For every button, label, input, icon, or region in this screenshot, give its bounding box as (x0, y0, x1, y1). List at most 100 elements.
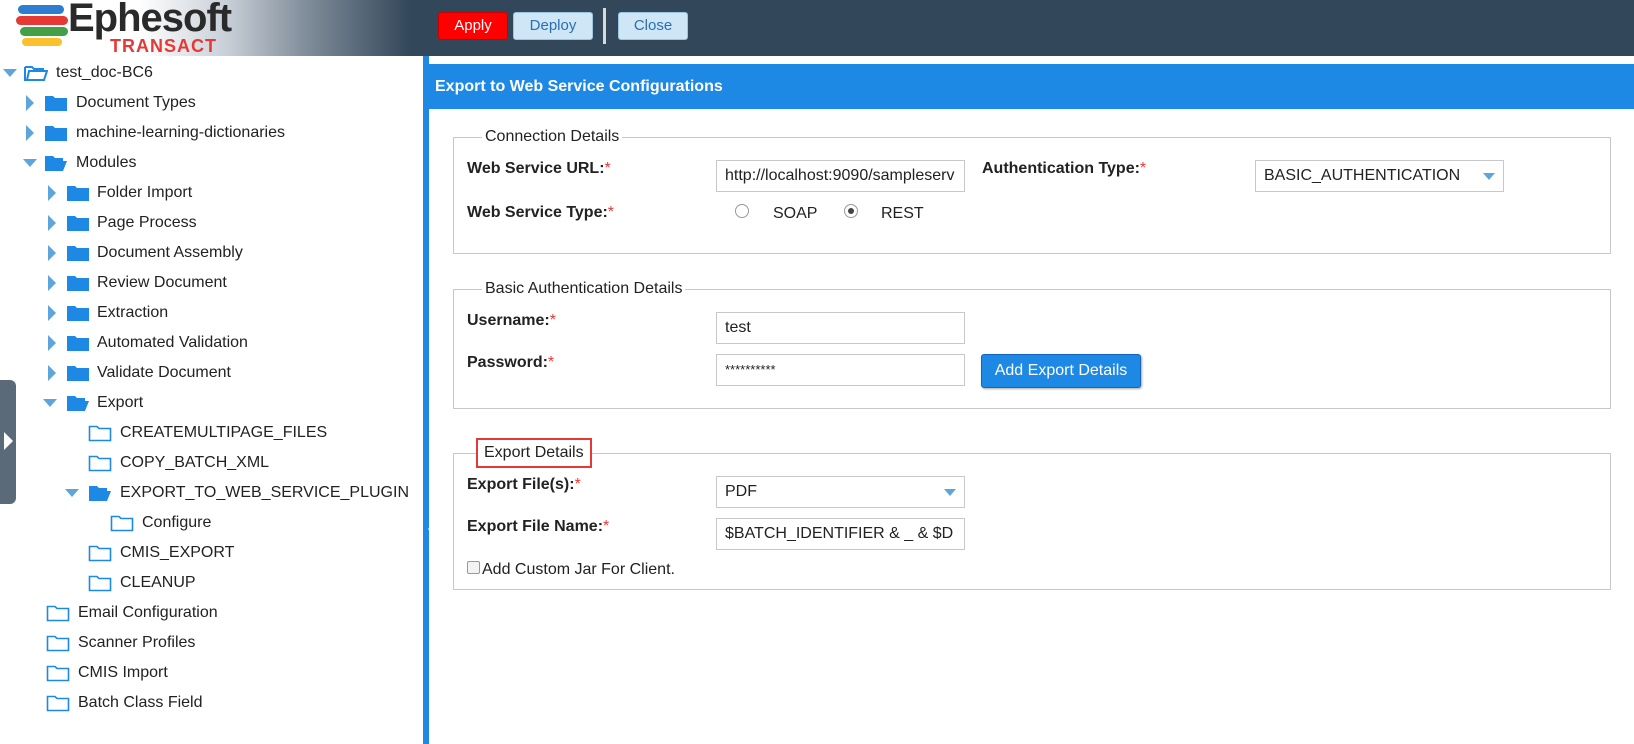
caret-right-icon[interactable] (44, 208, 60, 238)
folder-icon (67, 216, 89, 231)
web-service-url-label: Web Service URL:* (467, 160, 611, 178)
tree-node-export-to-web-service-plugin[interactable]: EXPORT_TO_WEB_SERVICE_PLUGIN (0, 478, 420, 508)
tree-node-page-process[interactable]: Page Process (0, 208, 420, 238)
tree-node-batch-class-field[interactable]: Batch Class Field (0, 688, 420, 718)
folder-outline-icon (110, 515, 134, 532)
dropdown-arrow-icon (944, 489, 956, 496)
folder-icon (45, 96, 67, 111)
tree-node-export[interactable]: Export (0, 388, 420, 418)
tree-node-label: Review Document (97, 274, 227, 291)
side-panel-toggle[interactable] (0, 380, 16, 504)
password-input[interactable]: ********** (716, 354, 965, 386)
tree-node-label: Folder Import (97, 184, 193, 201)
custom-jar-label: Add Custom Jar For Client. (482, 561, 675, 578)
folder-outline-icon (88, 575, 112, 592)
apply-button[interactable]: Apply (438, 12, 508, 40)
caret-right-icon[interactable] (22, 88, 38, 118)
authentication-type-select[interactable]: BASIC_AUTHENTICATION (1255, 160, 1504, 192)
folder-icon (67, 186, 89, 201)
caret-right-icon[interactable] (44, 268, 60, 298)
tree-node-label: CMIS_EXPORT (120, 544, 235, 561)
tree-node-ml-dictionaries[interactable]: machine-learning-dictionaries (0, 118, 420, 148)
tree-node-label: Document Types (76, 94, 196, 111)
tree-node-label: Configure (142, 514, 212, 531)
required-mark: * (547, 354, 555, 371)
caret-down-icon[interactable] (64, 478, 80, 508)
folder-open-icon (24, 66, 48, 81)
caret-right-icon[interactable] (44, 178, 60, 208)
tree-node-label: Validate Document (97, 364, 231, 381)
tree-node-configure[interactable]: Configure (0, 508, 420, 538)
username-label: Username:* (467, 312, 556, 330)
label-text: Export File Name: (467, 518, 604, 535)
folder-icon (67, 306, 89, 321)
tree-node-label: Document Assembly (97, 244, 243, 261)
caret-right-icon[interactable] (44, 328, 60, 358)
tree-node-label: CREATEMULTIPAGE_FILES (120, 424, 328, 441)
caret-right-icon[interactable] (44, 358, 60, 388)
tree-node-document-assembly[interactable]: Document Assembly (0, 238, 420, 268)
folder-outline-icon (88, 425, 112, 442)
username-input[interactable]: test (716, 312, 965, 344)
export-files-select[interactable]: PDF (716, 476, 965, 508)
label-text: Authentication Type: (982, 160, 1140, 177)
label-text: Export File(s): (467, 476, 575, 493)
close-button[interactable]: Close (618, 12, 688, 40)
tree-node-document-types[interactable]: Document Types (0, 88, 420, 118)
caret-right-icon[interactable] (44, 238, 60, 268)
required-mark: * (574, 476, 581, 493)
required-mark: * (1139, 160, 1147, 177)
web-service-url-input[interactable]: http://localhost:9090/sampleserv (716, 160, 965, 192)
tree-node-modules[interactable]: Modules (0, 148, 420, 178)
tree-node-cmis-export[interactable]: CMIS_EXPORT (0, 538, 420, 568)
tree-node-label: COPY_BATCH_XML (120, 454, 270, 471)
export-file-name-input[interactable]: $BATCH_IDENTIFIER & _ & $D (716, 518, 965, 550)
tree-node-scanner-profiles[interactable]: Scanner Profiles (0, 628, 420, 658)
tree-node-automated-validation[interactable]: Automated Validation (0, 328, 420, 358)
tree-node-email-configuration[interactable]: Email Configuration (0, 598, 420, 628)
caret-down-icon[interactable] (22, 148, 38, 178)
tree-node-label: Scanner Profiles (78, 634, 196, 651)
deploy-button[interactable]: Deploy (513, 12, 593, 40)
tree-node-copy-batch-xml[interactable]: COPY_BATCH_XML (0, 448, 420, 478)
folder-outline-icon (46, 665, 70, 682)
export-files-label: Export File(s):* (467, 476, 581, 494)
soap-radio[interactable] (735, 204, 749, 218)
chevron-right-icon (4, 432, 13, 450)
tree-node-review-document[interactable]: Review Document (0, 268, 420, 298)
top-toolbar: Ephesoft TRANSACT Apply Deploy Close (0, 0, 1634, 56)
tree-node-label: Page Process (97, 214, 197, 231)
section-legend: Connection Details (482, 126, 623, 148)
custom-jar-checkbox[interactable] (467, 561, 480, 574)
caret-down-icon[interactable] (42, 388, 58, 418)
tree-node-folder-import[interactable]: Folder Import (0, 178, 420, 208)
folder-open-icon (45, 156, 67, 171)
folder-icon (67, 246, 89, 261)
add-export-details-button[interactable]: Add Export Details (981, 354, 1141, 388)
folder-open-icon (67, 396, 89, 411)
select-value: PDF (725, 483, 757, 500)
tree-node-cmis-import[interactable]: CMIS Import (0, 658, 420, 688)
rest-radio[interactable] (844, 204, 858, 218)
required-mark: * (603, 518, 610, 535)
folder-outline-icon (88, 545, 112, 562)
folder-icon (45, 126, 67, 141)
tree-node-extraction[interactable]: Extraction (0, 298, 420, 328)
folder-icon (67, 336, 89, 351)
folder-outline-icon (46, 635, 70, 652)
label-text: Password: (467, 354, 548, 371)
caret-right-icon[interactable] (22, 118, 38, 148)
tree-node-createmultipage-files[interactable]: CREATEMULTIPAGE_FILES (0, 418, 420, 448)
caret-down-icon[interactable] (2, 58, 18, 88)
tree-node-label: Export (97, 394, 144, 411)
logo-subtext: TRANSACT (110, 36, 217, 56)
folder-outline-icon (88, 455, 112, 472)
tree-node-label: EXPORT_TO_WEB_SERVICE_PLUGIN (120, 484, 409, 501)
password-label: Password:* (467, 354, 554, 372)
tree-node-validate-document[interactable]: Validate Document (0, 358, 420, 388)
tree-node-cleanup[interactable]: CLEANUP (0, 568, 420, 598)
batch-class-tree: test_doc-BC6 Document Types machine-lear… (0, 56, 423, 744)
caret-right-icon[interactable] (44, 298, 60, 328)
tree-node-root[interactable]: test_doc-BC6 (0, 58, 420, 88)
ephesoft-logo-icon (16, 5, 68, 46)
